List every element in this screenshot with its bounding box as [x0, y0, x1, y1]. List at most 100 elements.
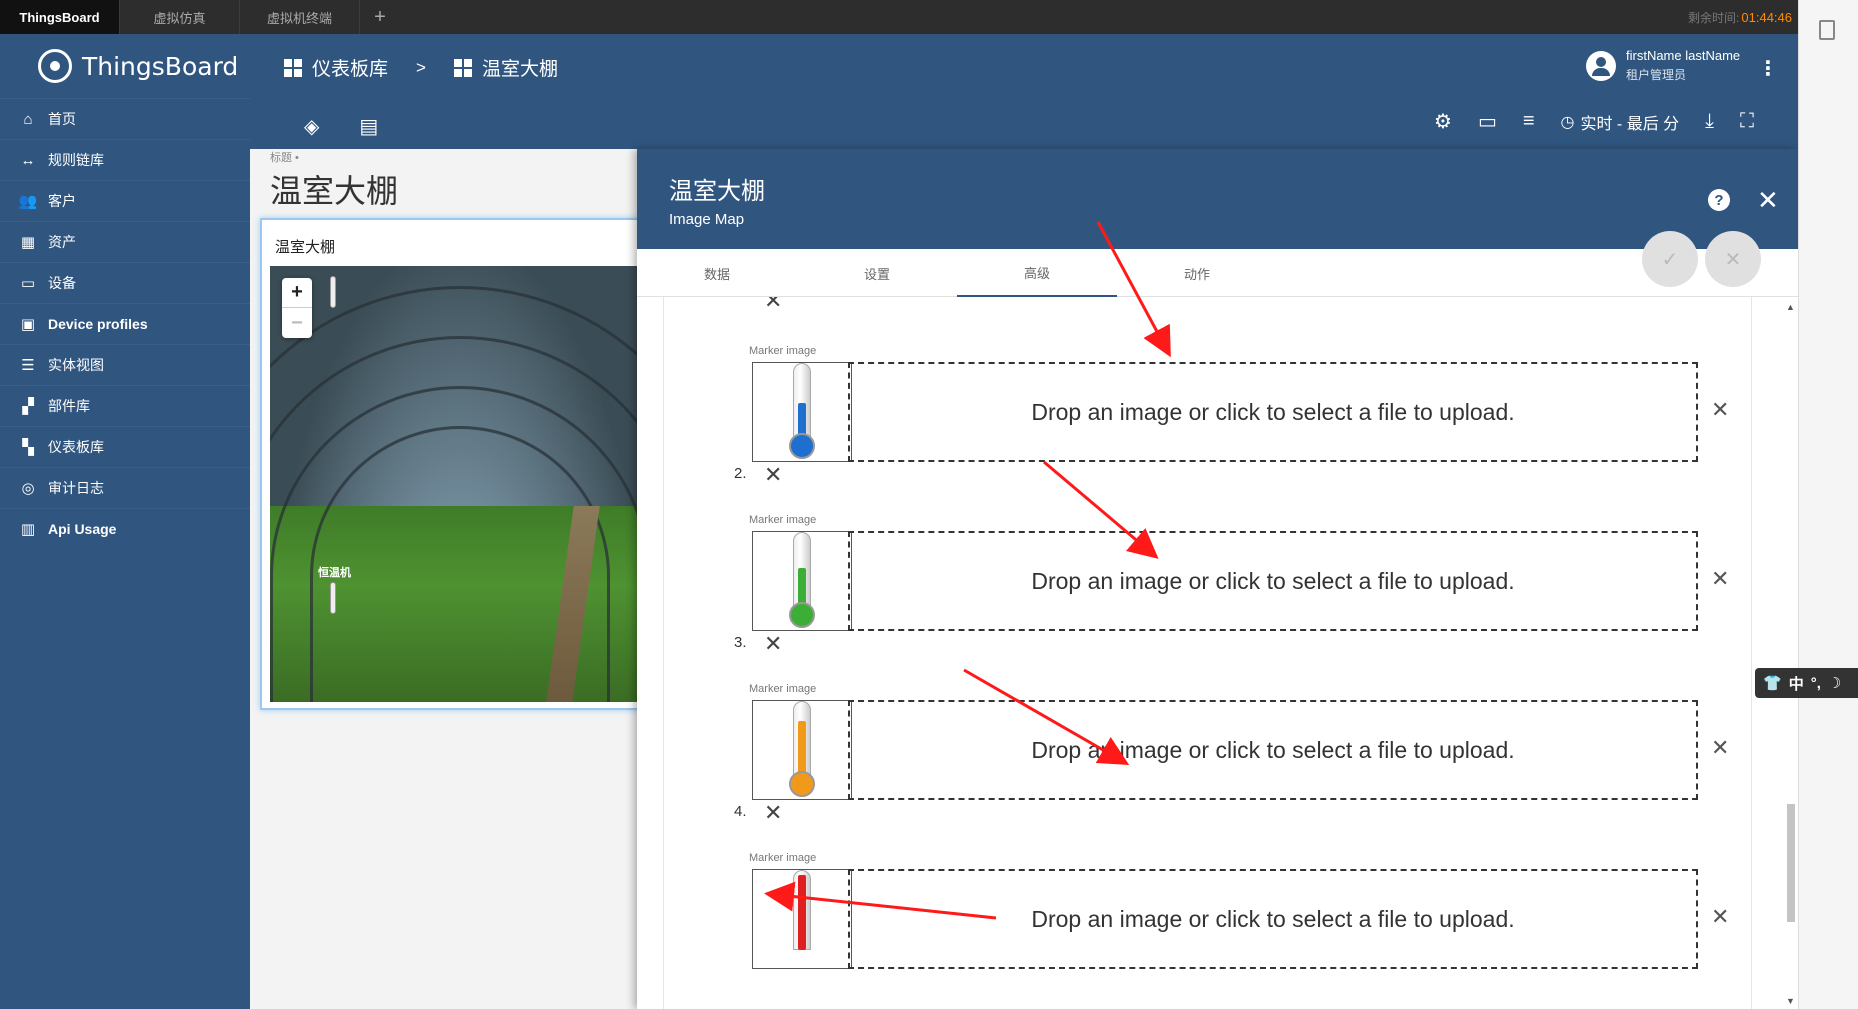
- sidebar-item-devices[interactable]: ▭ 设备: [0, 262, 250, 303]
- dashboard-layout-controls: ◈ ▤: [304, 114, 378, 139]
- zoom-out-button[interactable]: −: [282, 308, 312, 338]
- tab-advanced[interactable]: 高级: [957, 249, 1117, 297]
- fullscreen-icon[interactable]: ⛶: [1740, 110, 1754, 133]
- dashboard-label: 标题 •: [270, 152, 299, 164]
- customers-icon: 👥: [18, 193, 38, 210]
- breadcrumb-parent[interactable]: 仪表板库: [312, 54, 388, 81]
- browser-tab-virtual-sim[interactable]: 虚拟仿真: [120, 0, 240, 34]
- thermometer-bulb: [789, 433, 815, 459]
- user-role: 租户管理员: [1626, 68, 1687, 82]
- help-icon[interactable]: ?: [1708, 189, 1730, 211]
- zoom-control: + −: [282, 278, 312, 338]
- image-dropzone[interactable]: Drop an image or click to select a file …: [848, 362, 1698, 462]
- tab-actions[interactable]: 动作: [1117, 249, 1277, 297]
- device-profiles-icon: ▣: [20, 316, 36, 333]
- app-logo[interactable]: ThingsBoard: [0, 34, 250, 98]
- add-tab-button[interactable]: +: [360, 0, 400, 34]
- marker-image-thumbnail: [752, 700, 852, 800]
- view-stream-icon[interactable]: ▤: [359, 114, 378, 139]
- panel-subtitle: Image Map: [669, 211, 745, 228]
- dashboards-icon: [284, 58, 302, 77]
- sidebar-item-widgets[interactable]: ▞ 部件库: [0, 385, 250, 426]
- remove-entry-icon[interactable]: ✕: [764, 633, 782, 655]
- thermometer-marker[interactable]: [330, 582, 336, 614]
- sidebar: ThingsBoard ⌂ 首页 ↔ 规则链库 👥 客户 ▦ 资产 ▭ 设备 ▣ Devic…: [0, 34, 250, 1009]
- sidebar-item-rule-chains[interactable]: ↔ 规则链库: [0, 139, 250, 180]
- image-map[interactable]: + − 恒温机: [270, 266, 650, 702]
- zoom-in-button[interactable]: +: [282, 278, 312, 308]
- dashboard-title: 温室大棚: [270, 173, 399, 209]
- marker-image-thumbnail: [752, 531, 852, 631]
- right-side-strip: [1798, 0, 1858, 1009]
- devices-layout-icon[interactable]: ▭: [1478, 109, 1497, 134]
- thermometer-marker[interactable]: [330, 276, 336, 308]
- widgets-icon: ▞: [22, 398, 34, 415]
- map-widget[interactable]: 温室大棚 + − 恒温机: [260, 218, 650, 710]
- remove-entry-icon[interactable]: ✕: [764, 802, 782, 824]
- thermometer-bulb: [789, 602, 815, 628]
- clear-image-icon[interactable]: ✕: [1711, 904, 1729, 930]
- clear-image-icon[interactable]: ✕: [1711, 566, 1729, 592]
- sidebar-item-home[interactable]: ⌂ 首页: [0, 98, 250, 139]
- sidebar-item-assets[interactable]: ▦ 资产: [0, 221, 250, 262]
- clear-image-icon[interactable]: ✕: [1711, 735, 1729, 761]
- image-dropzone[interactable]: Drop an image or click to select a file …: [848, 700, 1698, 800]
- sidebar-item-api-usage[interactable]: ▥ Api Usage: [0, 508, 250, 549]
- tab-label: ThingsBoard: [19, 9, 100, 25]
- clear-image-icon[interactable]: ✕: [1711, 397, 1729, 423]
- sidebar-item-label: 设备: [48, 275, 76, 291]
- moon-icon: ☽: [1827, 675, 1842, 692]
- thingsboard-logo-icon: [38, 49, 72, 83]
- sidebar-item-customers[interactable]: 👥 客户: [0, 180, 250, 221]
- close-icon[interactable]: ✕: [1757, 185, 1779, 216]
- timewindow-label: 实时 - 最后 分: [1580, 115, 1680, 133]
- settings-icon[interactable]: ⚙: [1434, 109, 1452, 134]
- content-scrollbar[interactable]: ▲ ▼: [1784, 302, 1796, 1009]
- shirt-icon: 👕: [1763, 675, 1782, 692]
- scroll-thumb[interactable]: [1787, 804, 1795, 922]
- widget-edit-panel: 温室大棚 Image Map ? ✕ ✓ ✕ 数据 设置 高级 动作 ✕ Mar…: [637, 149, 1798, 1009]
- sidebar-item-audit-logs[interactable]: ◎ 审计日志: [0, 467, 250, 508]
- image-dropzone[interactable]: Drop an image or click to select a file …: [848, 531, 1698, 631]
- sidebar-item-dashboards[interactable]: ▚ 仪表板库: [0, 426, 250, 467]
- filter-icon[interactable]: ≡: [1523, 110, 1535, 133]
- sidebar-item-label: 客户: [48, 193, 76, 209]
- thermometer-bulb: [789, 771, 815, 797]
- input-method-toolbar[interactable]: 👕 中 °, ☽: [1755, 668, 1858, 698]
- timewindow-button[interactable]: ◷ 实时 - 最后 分: [1561, 110, 1680, 134]
- marker-image-caption: Marker image: [749, 514, 817, 526]
- dashboard-toolbar: ⚙ ▭ ≡ ◷ 实时 - 最后 分 ⤓ ⛶: [1434, 109, 1754, 134]
- remove-entry-icon[interactable]: ✕: [764, 464, 782, 486]
- entry-number: 3.: [734, 634, 747, 651]
- account-icon: [1586, 50, 1616, 81]
- home-icon: ⌂: [23, 110, 33, 128]
- marker-label: 恒温机: [318, 567, 351, 579]
- sidebar-item-label: 审计日志: [48, 480, 104, 496]
- document-icon[interactable]: [1819, 20, 1835, 40]
- panel-header: 温室大棚 Image Map ? ✕: [637, 149, 1798, 249]
- layers-icon[interactable]: ◈: [304, 114, 319, 139]
- tab-data[interactable]: 数据: [637, 249, 797, 297]
- entry-number: 4.: [734, 803, 747, 820]
- audit-log-icon: ◎: [21, 480, 35, 497]
- thermometer-fill: [798, 875, 806, 950]
- sidebar-item-label: 资产: [48, 234, 76, 250]
- download-icon[interactable]: ⤓: [1705, 110, 1714, 133]
- more-vert-icon[interactable]: ⋮: [1758, 56, 1778, 81]
- user-menu[interactable]: firstName lastName 租户管理员: [1586, 48, 1740, 83]
- dashboards-icon: ▚: [22, 439, 34, 456]
- sidebar-item-entity-views[interactable]: ☰ 实体视图: [0, 344, 250, 385]
- sidebar-item-device-profiles[interactable]: ▣ Device profiles: [0, 303, 250, 344]
- browser-tab-bar: ThingsBoard 虚拟仿真 虚拟机终端 + 剩余时间: 01:44:46: [0, 0, 1858, 34]
- image-dropzone[interactable]: Drop an image or click to select a file …: [848, 869, 1698, 969]
- scroll-up-icon[interactable]: ▲: [1786, 302, 1795, 312]
- remove-entry-icon[interactable]: ✕: [764, 297, 782, 312]
- browser-tab-thingsboard[interactable]: ThingsBoard: [0, 0, 120, 34]
- marker-image-caption: Marker image: [749, 683, 817, 695]
- dashboard-icon: [453, 58, 472, 77]
- entity-view-icon: ☰: [21, 357, 35, 374]
- tab-settings[interactable]: 设置: [797, 249, 957, 297]
- tab-label: 虚拟仿真: [153, 10, 206, 26]
- browser-tab-vm-terminal[interactable]: 虚拟机终端: [240, 0, 360, 34]
- scroll-down-icon[interactable]: ▼: [1786, 996, 1795, 1006]
